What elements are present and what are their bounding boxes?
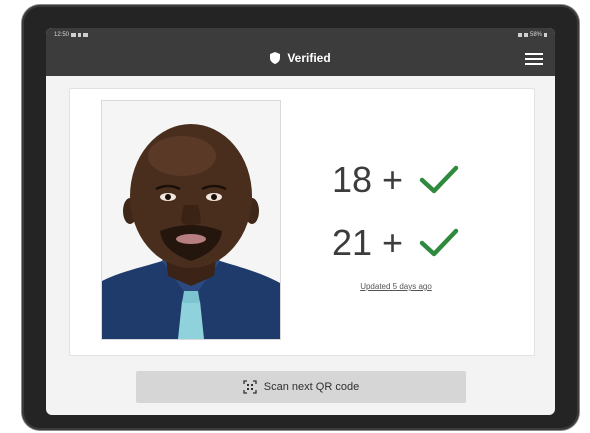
status-time: 12:50 <box>54 32 70 38</box>
status-left: 12:50 <box>54 32 89 38</box>
tablet-frame: 12:50 58% Verified 18 + 21 + Updated 5 d… <box>22 5 579 430</box>
status-bar: 12:50 58% <box>46 28 555 42</box>
screen: 12:50 58% Verified 18 + 21 + Updated 5 d… <box>46 28 555 415</box>
download-icon <box>78 33 82 37</box>
portrait-photo <box>101 100 281 340</box>
updated-link[interactable]: Updated 5 days ago <box>333 282 459 291</box>
app-notification-icon <box>83 33 89 37</box>
check-icon <box>419 228 459 257</box>
scan-next-qr-button[interactable]: Scan next QR code <box>136 371 466 403</box>
hamburger-menu-icon[interactable] <box>525 52 543 66</box>
signal-icon <box>523 33 528 37</box>
age-check-label: 21 + <box>332 222 404 263</box>
wifi-icon <box>517 33 522 37</box>
page-title: Verified <box>287 51 331 65</box>
age-check-18: 18 + <box>332 159 459 201</box>
app-bar-title-group: Verified <box>46 51 555 65</box>
scan-button-label: Scan next QR code <box>263 381 360 393</box>
verification-card: 18 + 21 + Updated 5 days ago <box>69 88 535 356</box>
status-right: 58% <box>517 32 547 38</box>
notification-icon <box>71 33 77 37</box>
app-bar: Verified <box>46 42 555 76</box>
check-icon <box>419 165 459 194</box>
battery-icon <box>544 33 547 37</box>
age-check-label: 18 + <box>332 159 404 200</box>
age-check-21: 21 + <box>332 222 459 264</box>
shield-icon <box>270 52 281 64</box>
qr-scan-icon <box>243 380 257 394</box>
battery-percent: 58% <box>529 32 542 38</box>
portrait-illustration <box>102 101 280 339</box>
